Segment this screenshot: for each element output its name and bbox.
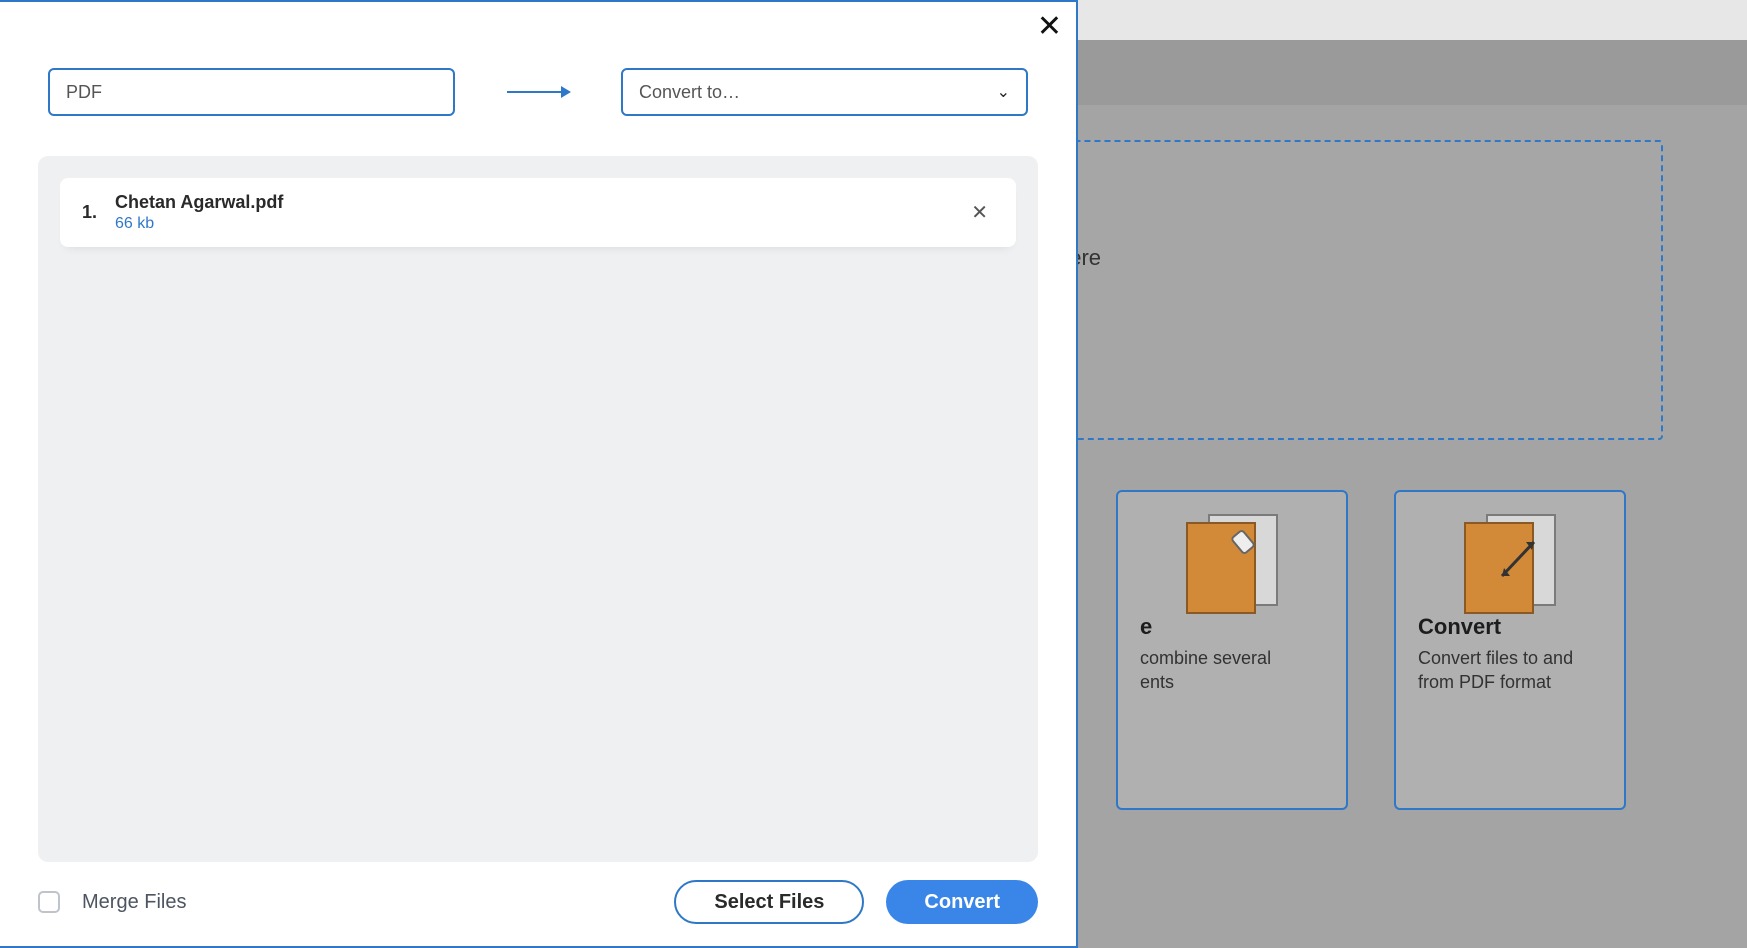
source-format-value: PDF — [66, 82, 102, 103]
target-format-select[interactable]: Convert to… ⌄ — [621, 68, 1028, 116]
file-index: 1. — [82, 202, 97, 223]
background-card-erase: e combine several ents — [1116, 490, 1348, 810]
background-card-convert: Convert Convert files to and from PDF fo… — [1394, 490, 1626, 810]
format-row: PDF Convert to… ⌄ — [0, 2, 1076, 116]
file-size: 66 kb — [115, 215, 283, 233]
modal-footer: Merge Files Select Files Convert — [0, 862, 1076, 946]
merge-checkbox[interactable] — [38, 891, 60, 913]
arrow-icon — [505, 83, 571, 101]
convert-modal: ✕ PDF Convert to… ⌄ 1. Chetan Agarwal.pd… — [0, 0, 1078, 948]
close-icon[interactable]: ✕ — [1033, 8, 1066, 46]
remove-file-icon[interactable]: ✕ — [965, 194, 994, 231]
target-format-value: Convert to… — [639, 82, 740, 103]
dropzone-hint-fragment: ere — [1069, 245, 1661, 271]
background-card-title: Convert — [1418, 614, 1602, 640]
file-name: Chetan Agarwal.pdf — [115, 192, 283, 213]
convert-icon — [1464, 514, 1556, 614]
file-row: 1. Chetan Agarwal.pdf 66 kb ✕ — [60, 178, 1016, 247]
select-files-button[interactable]: Select Files — [674, 880, 864, 924]
background-card-desc: Convert files to and from PDF format — [1418, 646, 1602, 695]
convert-button[interactable]: Convert — [886, 880, 1038, 924]
background-card-desc: combine several ents — [1140, 646, 1324, 695]
erase-icon — [1186, 514, 1278, 614]
background-card-title-fragment: e — [1140, 614, 1324, 640]
chevron-down-icon: ⌄ — [997, 82, 1010, 102]
source-format-select[interactable]: PDF — [48, 68, 455, 116]
merge-label: Merge Files — [82, 891, 186, 914]
file-list: 1. Chetan Agarwal.pdf 66 kb ✕ — [38, 156, 1038, 862]
